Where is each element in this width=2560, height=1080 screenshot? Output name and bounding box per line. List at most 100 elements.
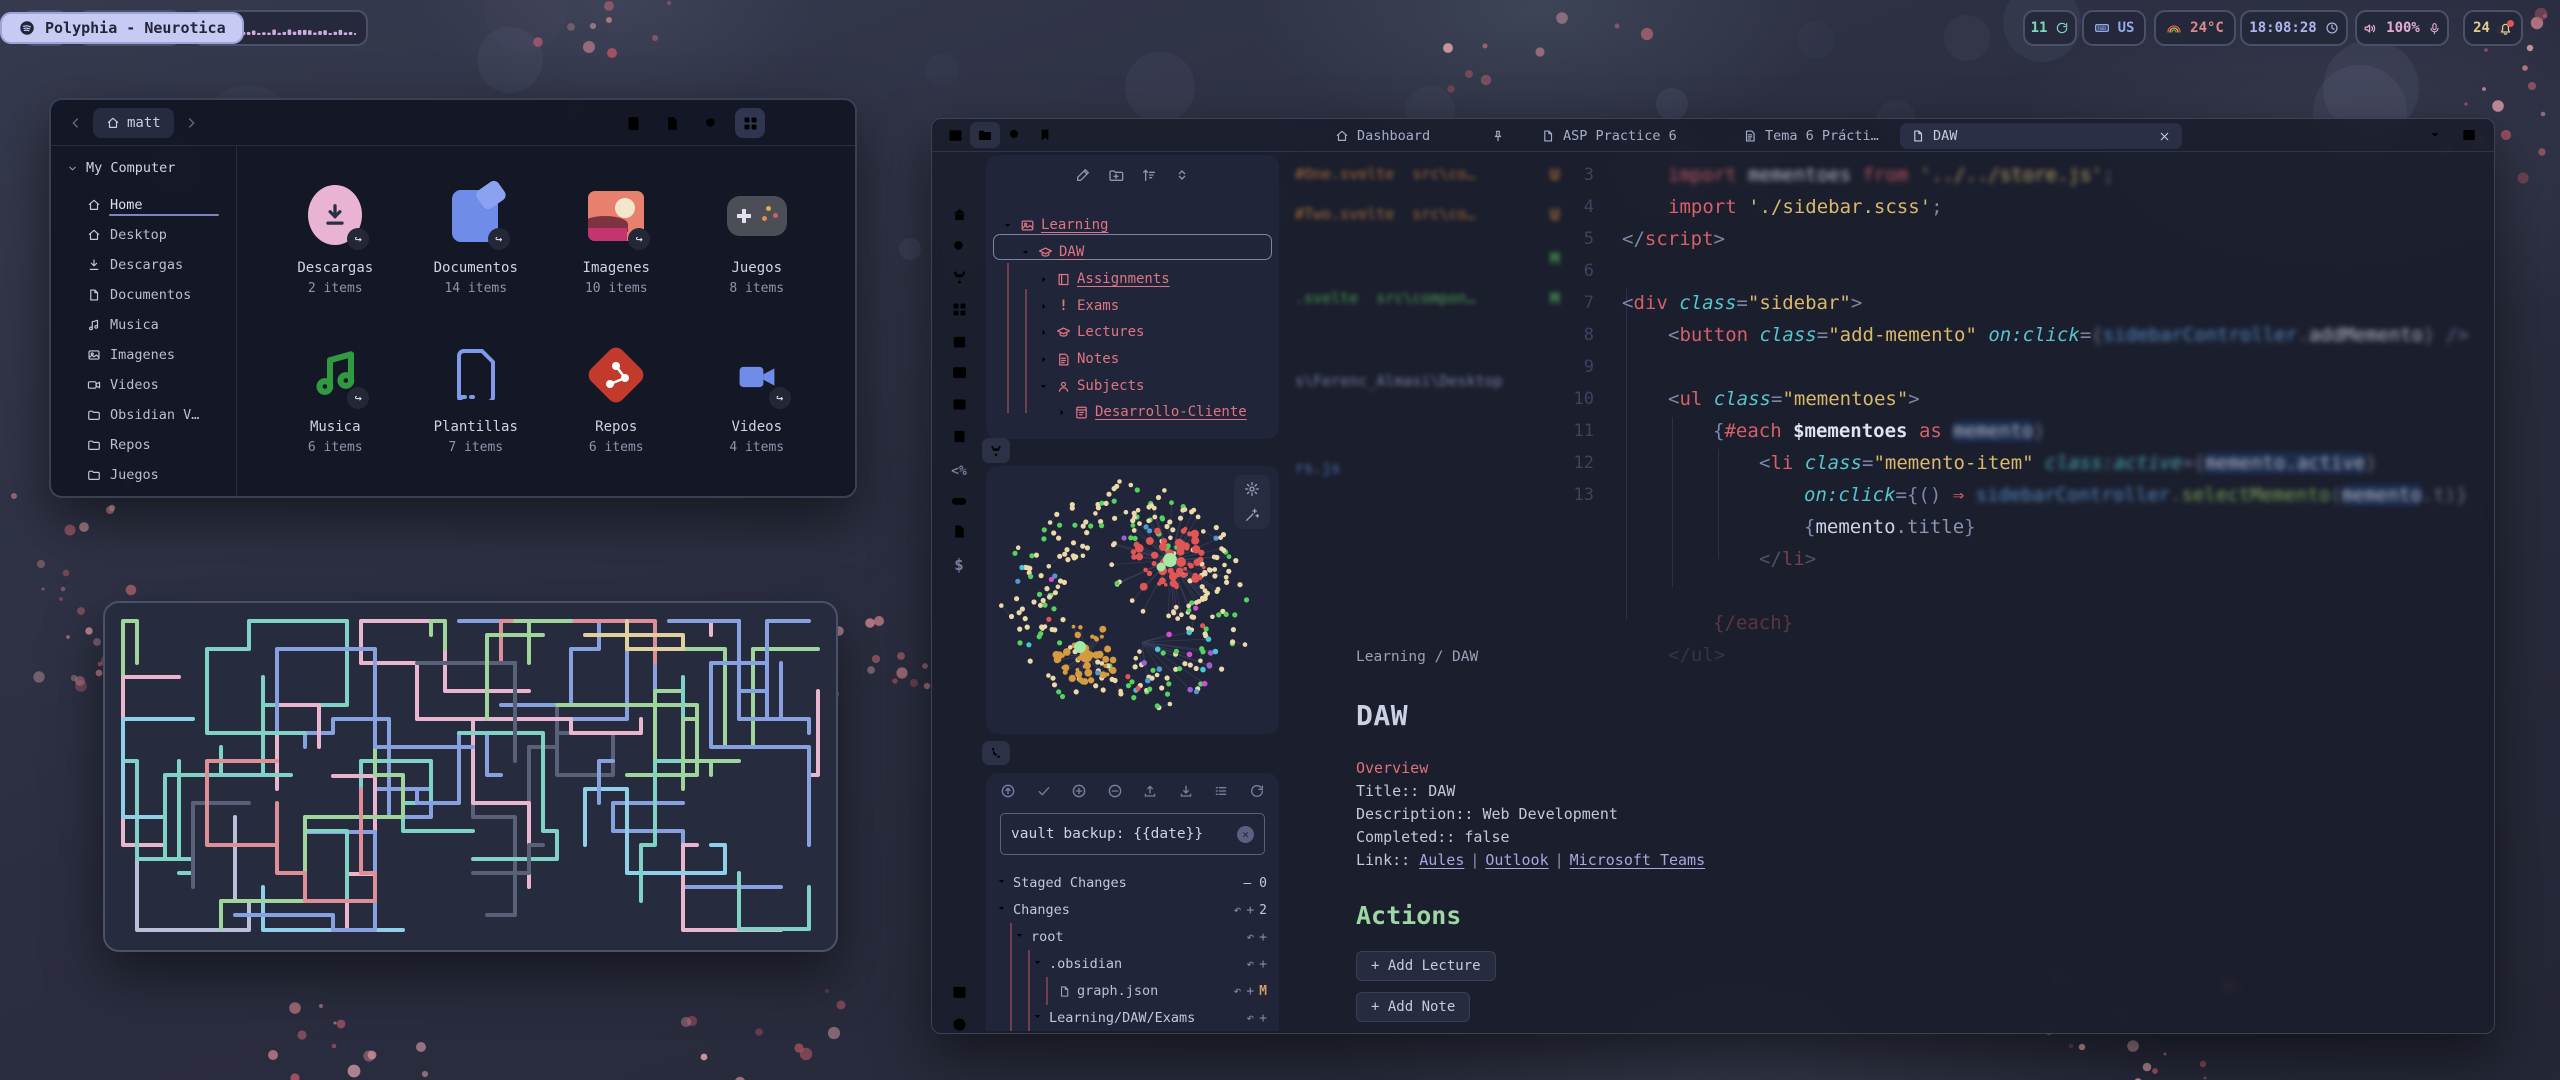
graph-settings-gear-icon[interactable] <box>1244 481 1260 497</box>
folder-name: Musica <box>310 419 361 435</box>
sidebar-item-juegos[interactable]: Juegos <box>87 460 236 490</box>
add-note-button[interactable]: + Add Note <box>1356 992 1470 1022</box>
sidebar-toggle-icon[interactable] <box>940 122 970 148</box>
sidebar-root-my-computer[interactable]: My Computer <box>67 160 236 176</box>
currency-ribbon-icon[interactable]: $ <box>949 554 969 574</box>
git-staged-row[interactable]: Staged Changes — 0 <box>996 871 1267 895</box>
folder-musica[interactable]: ↪ Musica 6 items <box>265 319 406 478</box>
search-tab-icon[interactable] <box>1000 122 1030 148</box>
sidebar-item-repos[interactable]: Repos <box>87 430 236 460</box>
sidebar-item-clipped[interactable] <box>87 490 236 498</box>
folder-imagenes[interactable]: ↪ Imagenes 10 items <box>546 160 687 319</box>
forward-button[interactable] <box>178 110 204 136</box>
bookmarks-tab-icon[interactable] <box>1030 122 1060 148</box>
clock-module[interactable]: 18:08:28 <box>2240 10 2348 46</box>
unstage-all-icon[interactable] <box>1107 783 1123 799</box>
folder-name: Repos <box>595 419 637 435</box>
pull-icon[interactable] <box>1178 783 1194 799</box>
sidebar-item-musica[interactable]: Musica <box>87 310 236 340</box>
push-icon[interactable] <box>1142 783 1158 799</box>
note-breadcrumb[interactable]: Learning / DAW <box>1356 649 1478 665</box>
file-manager-window: matt My Computer Home Desktop Descargas … <box>49 98 857 498</box>
tree-item-assignments[interactable]: Assignments <box>1038 267 1170 291</box>
swords-ribbon-icon[interactable] <box>949 586 969 606</box>
grid-view-button[interactable] <box>735 108 765 138</box>
terminal-ribbon-icon[interactable] <box>949 362 969 382</box>
link-aules[interactable]: Aules <box>1419 851 1464 869</box>
commit-message-input[interactable]: vault backup: {{date}} ✕ <box>1000 813 1265 855</box>
folder-juegos[interactable]: Juegos 8 items <box>687 160 828 319</box>
now-playing-widget[interactable]: Polyphia - Neurotica <box>0 12 244 44</box>
graph-ribbon-icon[interactable] <box>949 267 969 287</box>
vault-switcher-icon[interactable] <box>949 982 969 1002</box>
compact-view-button[interactable] <box>813 108 843 138</box>
sidebar-item-obsidian-vault[interactable]: Obsidian V… <box>87 400 236 430</box>
link-outlook[interactable]: Outlook <box>1485 851 1548 869</box>
folder-descargas[interactable]: ↪ Descargas 2 items <box>265 160 406 319</box>
add-lecture-button[interactable]: + Add Lecture <box>1356 951 1496 981</box>
indent-guide <box>1025 289 1027 413</box>
open-terminal-button[interactable] <box>618 108 648 138</box>
folder-repos[interactable]: Repos 6 items <box>546 319 687 478</box>
git-row-obsidian[interactable]: .obsidian ↶+ <box>996 952 1267 976</box>
sidebar-item-videos[interactable]: Videos <box>87 370 236 400</box>
tree-item-daw[interactable]: DAW <box>1020 240 1084 264</box>
search-ribbon-icon[interactable] <box>949 236 969 256</box>
list-view-button[interactable] <box>774 108 804 138</box>
notifications-module[interactable]: 24 <box>2463 10 2523 46</box>
git-row-learning-daw-exams[interactable]: Learning/DAW/Exams ↶+ <box>996 1006 1267 1030</box>
dashboard-ribbon-icon[interactable] <box>949 299 969 319</box>
link-microsoft-teams[interactable]: Microsoft Teams <box>1570 851 1705 869</box>
collapse-all-icon[interactable] <box>1174 167 1190 183</box>
git-panel-tab-icon[interactable] <box>982 741 1010 765</box>
keyboard-layout-module[interactable]: US <box>2082 10 2146 46</box>
refresh-icon[interactable] <box>1249 783 1265 799</box>
tree-item-exams[interactable]: !Exams <box>1038 294 1119 318</box>
tree-item-desarrollo-cliente[interactable]: Desarrollo-Cliente <box>1056 400 1247 424</box>
new-folder-icon[interactable] <box>1108 167 1124 183</box>
clear-message-icon[interactable]: ✕ <box>1237 826 1254 843</box>
tree-item-notes[interactable]: Notes <box>1038 347 1119 371</box>
sidebar-item-desktop[interactable]: Desktop <box>87 220 236 250</box>
volume-module[interactable]: 100% <box>2355 10 2449 46</box>
sidebar-item-imagenes[interactable]: Imagenes <box>87 340 236 370</box>
commit-check-icon[interactable] <box>1036 783 1052 799</box>
search-button[interactable] <box>696 108 726 138</box>
folder-plantillas[interactable]: Plantillas 7 items <box>406 319 547 478</box>
folder-documentos[interactable]: ↪ Documentos 14 items <box>406 160 547 319</box>
gamepad-ribbon-icon[interactable] <box>949 491 969 511</box>
tree-item-learning[interactable]: Learning <box>1002 213 1108 237</box>
sidebar-item-home[interactable]: Home <box>87 190 236 220</box>
change-list-icon[interactable] <box>1213 783 1229 799</box>
git-row-graph-json[interactable]: graph.json ↶+M <box>996 979 1267 1003</box>
templater-ribbon-icon[interactable]: <% <box>949 461 969 481</box>
sidebar-item-documentos[interactable]: Documentos <box>87 280 236 310</box>
sort-icon[interactable] <box>1141 167 1157 183</box>
tree-item-subjects[interactable]: Subjects <box>1038 374 1144 398</box>
git-row-root[interactable]: root ↶+ <box>996 925 1267 949</box>
calendar-ribbon-icon[interactable] <box>949 331 969 351</box>
files-tab-icon[interactable] <box>970 122 1000 148</box>
folder-videos[interactable]: ↪ Videos 4 items <box>687 319 828 478</box>
commit-push-icon[interactable] <box>1000 783 1016 799</box>
breadcrumb[interactable]: matt <box>93 108 174 138</box>
table-ribbon-icon[interactable] <box>949 394 969 414</box>
weather-module[interactable]: 24°C <box>2154 10 2236 46</box>
file-search-ribbon-icon[interactable] <box>949 521 969 541</box>
book-ribbon-icon[interactable] <box>949 426 969 446</box>
new-file-button[interactable] <box>657 108 687 138</box>
stage-all-icon[interactable] <box>1071 783 1087 799</box>
graph-panel-tab-icon[interactable] <box>982 438 1010 463</box>
speaker-icon <box>2363 21 2378 36</box>
clock-time: 18:08:28 <box>2249 20 2316 36</box>
new-note-icon[interactable] <box>1075 167 1091 183</box>
tree-item-lectures[interactable]: Lectures <box>1038 320 1144 344</box>
row-label: Staged Changes <box>1013 875 1127 891</box>
back-button[interactable] <box>63 110 89 136</box>
home-ribbon-icon[interactable] <box>949 204 969 224</box>
updates-module[interactable]: 11 <box>2023 10 2077 46</box>
help-icon[interactable] <box>949 1014 969 1034</box>
git-changes-row[interactable]: Changes ↶+2 <box>996 898 1267 922</box>
sidebar-item-descargas[interactable]: Descargas <box>87 250 236 280</box>
graph-filter-wand-icon[interactable] <box>1244 507 1260 523</box>
